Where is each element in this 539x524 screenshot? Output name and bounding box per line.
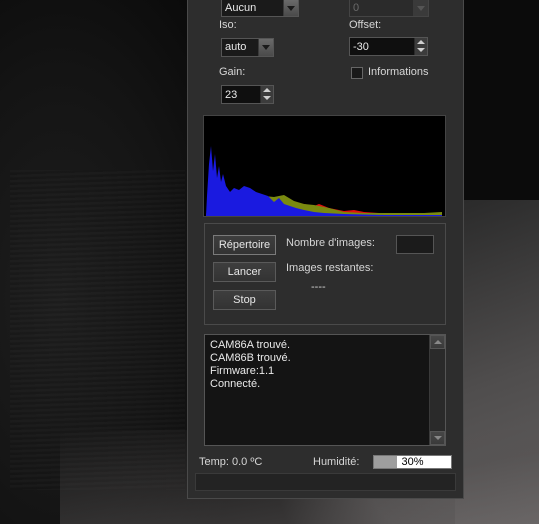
increment-arrow-icon[interactable] xyxy=(417,40,425,44)
offset-label: Offset: xyxy=(349,19,382,31)
offset-mode-select-value: 0 xyxy=(353,2,360,14)
images-restantes-label: Images restantes: xyxy=(286,262,374,274)
decrement-arrow-icon[interactable] xyxy=(417,48,425,52)
log-output[interactable]: CAM86A trouvé. CAM86B trouvé. Firmware:1… xyxy=(204,334,446,446)
histogram-blue-channel xyxy=(206,146,442,216)
increment-arrow-icon[interactable] xyxy=(263,88,271,92)
iso-label: Iso: xyxy=(219,19,237,31)
scroll-down-icon[interactable] xyxy=(430,431,445,445)
nombre-images-label: Nombre d'images: xyxy=(286,237,375,249)
chevron-down-icon xyxy=(283,0,298,16)
log-line: Firmware:1.1 xyxy=(210,365,275,377)
repertoire-button[interactable]: Répertoire xyxy=(213,235,276,255)
capture-group: Répertoire Lancer Stop Nombre d'images: … xyxy=(204,223,446,325)
decrement-arrow-icon[interactable] xyxy=(263,96,271,100)
log-line: Connecté. xyxy=(210,378,261,390)
iso-select-value: auto xyxy=(225,41,247,53)
gain-value: 23 xyxy=(225,89,238,101)
iso-select[interactable]: auto xyxy=(221,38,274,57)
temperature-readout: Temp: 0.0 ºC xyxy=(199,456,263,468)
offset-mode-select[interactable]: 0 xyxy=(349,0,429,17)
humidity-bar: 30% xyxy=(373,455,452,469)
offset-value: -30 xyxy=(353,41,369,53)
binning-select[interactable]: Aucun xyxy=(221,0,299,17)
gain-spin-buttons[interactable] xyxy=(260,86,273,103)
offset-spinbox[interactable]: -30 xyxy=(349,37,428,56)
informations-checkbox[interactable] xyxy=(351,67,363,79)
nombre-images-input[interactable] xyxy=(396,235,434,254)
gain-spinbox[interactable]: 23 xyxy=(221,85,274,104)
offset-spin-buttons[interactable] xyxy=(414,38,427,55)
informations-label: Informations xyxy=(368,66,429,78)
camera-control-panel: Aucun 0 Iso: auto Offset: -30 Gain: 23 I… xyxy=(187,0,464,499)
chevron-down-icon xyxy=(413,0,428,16)
log-line: CAM86A trouvé. xyxy=(210,339,291,351)
log-scrollbar[interactable] xyxy=(429,335,445,445)
histogram xyxy=(203,115,446,217)
humidity-label: Humidité: xyxy=(313,456,360,468)
histogram-graph xyxy=(206,146,442,216)
gain-label: Gain: xyxy=(219,66,246,78)
status-bar xyxy=(195,473,456,491)
images-restantes-value: ---- xyxy=(311,281,326,293)
stop-button[interactable]: Stop xyxy=(213,290,276,310)
humidity-value: 30% xyxy=(401,456,424,468)
binning-select-value: Aucun xyxy=(225,2,257,14)
scroll-up-icon[interactable] xyxy=(430,335,445,349)
lancer-button[interactable]: Lancer xyxy=(213,262,276,282)
log-lines: CAM86A trouvé. CAM86B trouvé. Firmware:1… xyxy=(210,339,291,391)
chevron-down-icon xyxy=(258,39,273,56)
log-line: CAM86B trouvé. xyxy=(210,352,291,364)
